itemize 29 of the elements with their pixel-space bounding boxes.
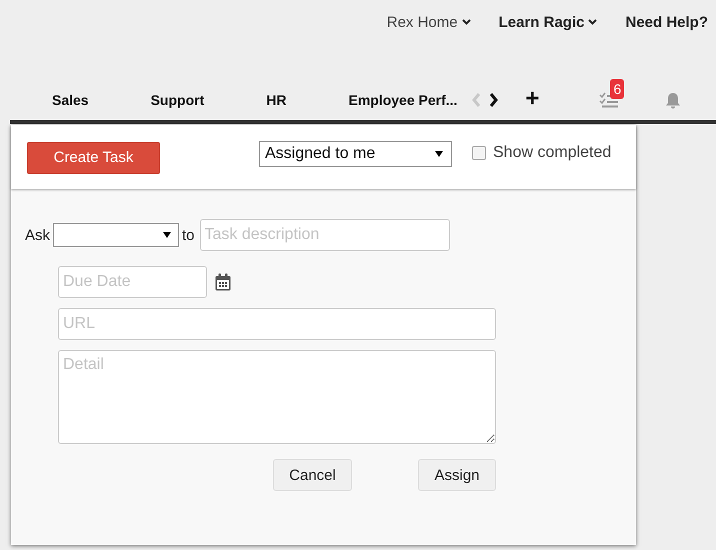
tab[interactable]: HR — [266, 92, 286, 108]
due-date-field[interactable]: Due Date — [58, 266, 207, 298]
nav-link[interactable]: Learn Ragic — [498, 12, 598, 32]
dropdown-arrow-icon — [163, 232, 172, 238]
dropdown-arrow-icon — [435, 151, 443, 157]
checkbox-label: Show completed — [493, 144, 612, 162]
url-field[interactable]: URL — [58, 308, 496, 340]
cancel-button[interactable]: Cancel — [273, 459, 352, 491]
tab[interactable]: Sales — [52, 92, 89, 108]
notification-badge: 6 — [610, 79, 624, 99]
calendar-icon[interactable] — [215, 273, 231, 291]
assign-button[interactable]: Assign — [418, 459, 496, 491]
tab[interactable]: Employee Perf... — [348, 92, 458, 108]
nav-link[interactable]: Need Help? — [625, 12, 708, 32]
add-tab-button[interactable]: + — [525, 89, 540, 111]
assignee-dropdown[interactable] — [53, 223, 180, 247]
task-description-field[interactable]: Task description — [200, 219, 450, 251]
create-task-button[interactable]: Create Task — [27, 142, 160, 174]
tab[interactable]: Support — [150, 92, 204, 108]
to-label: to — [182, 226, 195, 244]
chevron-right-icon[interactable] — [488, 92, 500, 108]
ask-label: Ask — [25, 226, 50, 244]
caret-icon — [462, 19, 471, 25]
caret-icon — [588, 19, 598, 25]
nav-link[interactable]: Rex Home — [386, 12, 471, 32]
detail-field[interactable]: Detail — [58, 350, 496, 444]
filter-dropdown[interactable]: Assigned to me — [259, 141, 452, 167]
bell-icon[interactable] — [665, 92, 682, 108]
checkbox[interactable] — [472, 146, 486, 160]
